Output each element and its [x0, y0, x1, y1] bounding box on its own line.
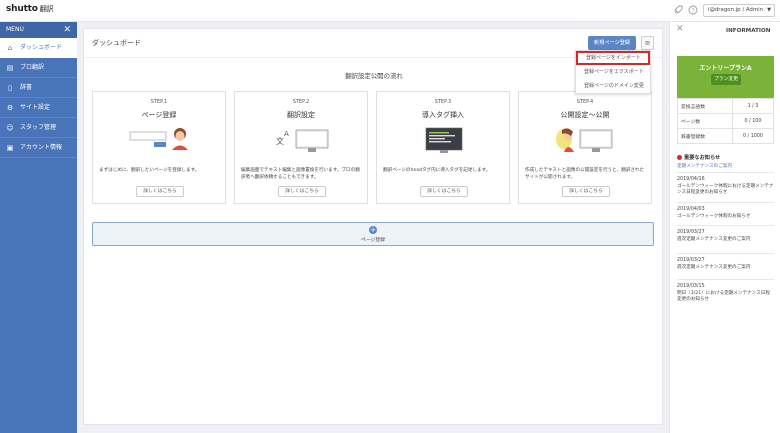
page-title: ダッシュボード [92, 39, 141, 47]
news-item[interactable]: 2019/03/27 週次定期メンテナンス変更のご案内 [677, 225, 774, 243]
news-text: 週次定期メンテナンス変更のご案内 [677, 265, 751, 270]
top-bar: shutto 翻訳 ? i@dragon.jp / Admin ▼ [0, 0, 780, 22]
translate-settings-illustration: 文 A [270, 124, 334, 154]
table-row: 辞書登録数 0 / 1000 [677, 128, 775, 144]
alert-icon [677, 154, 682, 160]
step-card-1: STEP.1 ページ登録 まずはじめに、翻訳したいページを登録します。 詳しくは… [92, 91, 226, 204]
step-label: STEP.4 [576, 99, 594, 105]
svg-text:文: 文 [276, 136, 284, 146]
stat-value: 1 / 3 [731, 98, 775, 114]
news-date: 2019/03/27 [677, 230, 705, 235]
step-title: 翻訳設定 [287, 111, 315, 119]
info-title: INFORMATION [726, 28, 771, 34]
news-text: ゴールデンウィーク休暇のお知らせ [677, 214, 751, 219]
details-button[interactable]: 詳しくはこちら [420, 186, 468, 197]
stat-label: 辞書登録数 [677, 128, 733, 144]
news-item[interactable]: 2019/04/03 ゴールデンウィーク休暇のお知らせ [677, 202, 774, 220]
insert-tag-illustration [412, 124, 476, 154]
step-description: 作成したテキストと画像の公開設定を行うと、翻訳されたサイトが公開されます。 [525, 168, 645, 180]
news-date: 2019/04/16 [677, 177, 705, 182]
step-title: 公開設定～公開 [560, 111, 610, 119]
stat-value: 0 / 100 [731, 113, 775, 129]
sidebar-item-account[interactable]: ▣ アカウント情報 [0, 138, 77, 158]
maintenance-notice-link[interactable]: 定期メンテナンスのご案内 [677, 163, 732, 169]
details-button[interactable]: 詳しくはこちら [562, 186, 610, 197]
plus-icon: + [369, 226, 377, 234]
sidebar: MENU ✕ ⌂ ダッシュボード ▤ プロ翻訳 ▯ 辞書 ⚙ サイト設定 ☺ ス… [0, 22, 77, 433]
chevron-down-icon: ▼ [767, 7, 771, 13]
register-page-illustration [128, 124, 192, 154]
news-text: 明日（3/21）における定期メンテナンス日程変更のお知らせ [677, 291, 770, 303]
app-logo[interactable]: shutto 翻訳 [6, 4, 54, 14]
sidebar-item-pro-translate[interactable]: ▤ プロ翻訳 [0, 58, 77, 78]
sidebar-item-staff[interactable]: ☺ スタッフ管理 [0, 118, 77, 138]
step-card-4: STEP.4 公開設定～公開 作成したテキストと画像の公開設定を行うと、翻訳され… [518, 91, 652, 204]
change-plan-button[interactable]: プラン変更 [711, 74, 741, 85]
svg-text:A: A [284, 130, 289, 138]
user-account-select[interactable]: i@dragon.jp / Admin ▼ [703, 4, 775, 17]
close-icon[interactable]: ✕ [63, 22, 71, 38]
change-domain-menu-item[interactable]: 登録ページのドメイン変更 [576, 79, 650, 93]
table-row: 変換言語数 1 / 3 [677, 98, 775, 114]
news-text: 週次定期メンテナンス変更のご案内 [677, 237, 751, 242]
table-row: ページ数 0 / 100 [677, 113, 775, 129]
step-description: 編集画面でテキスト編集と画像置換を行います。プロの翻訳者へ翻訳依頼することもでき… [241, 168, 360, 180]
news-date: 2019/03/15 [677, 284, 705, 289]
news-item[interactable]: 2019/03/27 週次定期メンテナンス変更のご案内 [677, 253, 774, 271]
news-item[interactable]: 2019/04/16 ゴールデンウィーク休暇における定期メンテナンス日程変更のお… [677, 172, 774, 196]
home-icon: ⌂ [7, 44, 13, 52]
step-title: ページ登録 [141, 111, 177, 119]
stat-label: 変換言語数 [677, 98, 733, 114]
details-button[interactable]: 詳しくはこちら [278, 186, 326, 197]
dictionary-icon: ▯ [8, 84, 12, 92]
new-page-button[interactable]: 新規ページ登録 [588, 36, 636, 50]
add-page-label: ページ登録 [361, 238, 385, 243]
usage-stats-table: 変換言語数 1 / 3 ページ数 0 / 100 辞書登録数 0 / 1000 [677, 98, 775, 144]
sidebar-item-dashboard[interactable]: ⌂ ダッシュボード [0, 38, 77, 58]
publish-illustration [554, 124, 618, 154]
close-icon[interactable]: ✕ [676, 24, 684, 34]
step-title: 導入タグ挿入 [422, 111, 464, 119]
rocket-icon[interactable] [673, 5, 683, 15]
news-item[interactable]: 2019/03/15 明日（3/21）における定期メンテナンス日程変更のお知らせ [677, 279, 774, 303]
step-description: 翻訳ページのheadタグ内に導入タグを記述します。 [383, 168, 491, 173]
import-pages-menu-item[interactable]: 登録ページをインポート [576, 51, 650, 65]
step-card-2: STEP.2 翻訳設定 文 A 編集画面でテキスト編集と画像置換を行います。プロ… [234, 91, 368, 204]
staff-icon: ☺ [6, 124, 14, 132]
news-text: ゴールデンウィーク休暇における定期メンテナンス日程変更のお知らせ [677, 184, 774, 196]
sidebar-menu-header: MENU ✕ [0, 22, 77, 38]
step-card-3: STEP.3 導入タグ挿入 翻訳ページのheadタグ内に導入タグを記述します。 … [376, 91, 510, 204]
stat-value: 0 / 1000 [731, 128, 775, 144]
account-icon: ▣ [6, 144, 14, 152]
help-icon[interactable]: ? [688, 5, 698, 15]
step-label: STEP.1 [150, 99, 168, 105]
step-description: まずはじめに、翻訳したいページを登録します。 [99, 168, 200, 173]
important-notice-heading: 重要なお知らせ [677, 154, 720, 161]
news-date: 2019/04/03 [677, 207, 705, 212]
pro-translate-icon: ▤ [6, 64, 14, 72]
export-pages-menu-item[interactable]: 登録ページをエクスポート [576, 65, 650, 79]
menu-icon[interactable]: ≡ [641, 36, 654, 50]
stat-label: ページ数 [677, 113, 733, 129]
gear-icon: ⚙ [6, 104, 14, 112]
plan-name: エントリープランA [699, 65, 752, 72]
sidebar-item-dictionary[interactable]: ▯ 辞書 [0, 78, 77, 98]
news-date: 2019/03/27 [677, 258, 705, 263]
page-menu-dropdown: 登録ページをインポート 登録ページをエクスポート 登録ページのドメイン変更 [575, 50, 651, 94]
step-label: STEP.3 [434, 99, 452, 105]
details-button[interactable]: 詳しくはこちら [136, 186, 184, 197]
information-panel: ✕ INFORMATION エントリープランA プラン変更 変換言語数 1 / … [669, 22, 780, 433]
step-label: STEP.2 [292, 99, 310, 105]
sidebar-item-site-settings[interactable]: ⚙ サイト設定 [0, 98, 77, 118]
add-page-button[interactable]: + ページ登録 [92, 222, 654, 246]
svg-text:?: ? [692, 8, 695, 14]
